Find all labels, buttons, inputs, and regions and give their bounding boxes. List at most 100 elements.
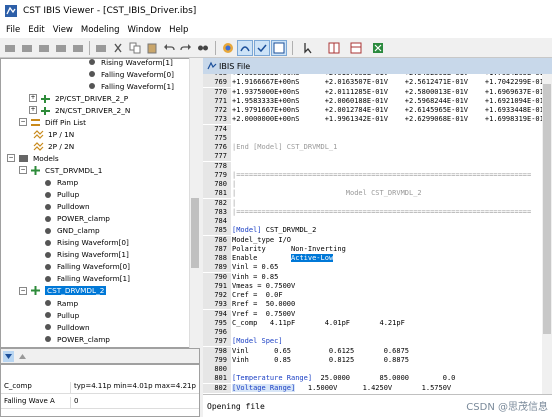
code-text: Vinl 0.65 0.6125 0.6875 xyxy=(232,346,410,355)
tree-item[interactable]: Falling Waveform[1] xyxy=(89,80,174,92)
tree-item[interactable]: Rising Waveform[1] xyxy=(45,249,129,261)
code-text: C_comp 4.11pF 4.01pF 4.21pF xyxy=(232,318,405,327)
tree-item[interactable]: GND_clamp xyxy=(45,225,100,237)
gutter xyxy=(227,300,231,310)
bullet-icon xyxy=(45,300,51,306)
tree-item[interactable]: Rising Waveform[1] xyxy=(89,59,173,68)
scroll-thumb[interactable] xyxy=(543,84,551,334)
tree-item[interactable]: − CST_DRVMDL_2 xyxy=(19,285,107,297)
tree-item[interactable]: − CST_DRVMDL_1 xyxy=(19,164,102,176)
export-icon[interactable] xyxy=(70,40,86,56)
collapse-icon[interactable]: − xyxy=(19,286,27,295)
gutter xyxy=(227,226,231,236)
undo-icon[interactable] xyxy=(161,40,177,56)
bullet-icon xyxy=(45,203,51,210)
tree-item[interactable]: Ramp xyxy=(45,177,78,189)
code-text: Vinh = 0.85 xyxy=(232,272,279,281)
find-icon[interactable] xyxy=(195,40,211,56)
tree-item[interactable]: POWER_clamp xyxy=(45,213,110,225)
menu-view[interactable]: View xyxy=(53,25,73,35)
expand-icon[interactable]: + xyxy=(29,94,37,103)
code-text: +1.9583333E+00nS +2.0060188E-01V +2.5968… xyxy=(232,96,542,105)
new-icon[interactable] xyxy=(2,40,18,56)
tree-item[interactable]: Pulldown xyxy=(45,321,90,333)
property-value: typ=4.11p min=4.01p max=4.21p xyxy=(74,382,196,390)
line-number: 791 xyxy=(203,281,227,291)
tree-item[interactable]: − Diff Pin List xyxy=(19,116,86,128)
code-text: +2.0000000E+00nS +1.9961342E-01V +2.6299… xyxy=(232,115,542,124)
property-row[interactable]: C_comp typ=4.11p min=4.01p max=4.21p xyxy=(1,382,199,394)
pointer-icon[interactable] xyxy=(300,40,316,56)
tree-item[interactable]: 1P / 1N xyxy=(33,128,74,140)
line-number: 787 xyxy=(203,244,227,254)
open-icon[interactable] xyxy=(19,40,35,56)
tree-item-label: Pulldown xyxy=(57,322,90,332)
tree-item[interactable]: Pullup xyxy=(45,309,79,321)
model-tree[interactable]: Rising Waveform[1] Falling Waveform[0] Fal… xyxy=(0,58,200,348)
plot-icon[interactable] xyxy=(271,40,287,56)
tree-item[interactable]: Falling Waveform[0] xyxy=(45,261,130,273)
tile-icon[interactable] xyxy=(326,40,342,56)
collapse-icon[interactable]: − xyxy=(19,166,27,175)
diff-pair-icon xyxy=(33,141,44,151)
code-line: 795 C_comp 4.11pF 4.01pF 4.21pF xyxy=(203,318,542,328)
property-row[interactable]: Falling Wave A 0 xyxy=(1,397,199,409)
tree-item[interactable]: 2P / 2N xyxy=(33,140,74,152)
code-text: +1.9375000E+00nS +2.0111285E-01V +2.5800… xyxy=(232,87,542,96)
redo-icon[interactable] xyxy=(178,40,194,56)
ibis-file-editor[interactable]: 768+1.8958333E+00nS +2.0197663E-01V +2.5… xyxy=(203,74,542,394)
tree-scrollbar[interactable] xyxy=(189,58,200,348)
tree-item[interactable]: Ramp xyxy=(45,297,78,309)
tree-toolbar xyxy=(0,348,200,364)
menu-help[interactable]: Help xyxy=(169,25,188,35)
gutter xyxy=(227,198,231,208)
tree-item[interactable]: Rising Waveform[0] xyxy=(45,237,129,249)
tree-item-label: Pulldown xyxy=(57,202,90,212)
code-line: 781 | Model CST_DRVMDL_2 xyxy=(203,189,542,199)
toolbar xyxy=(0,38,552,58)
parse-icon[interactable] xyxy=(237,40,253,56)
collapse-down-icon[interactable] xyxy=(3,351,14,362)
gutter xyxy=(227,207,231,217)
expand-icon[interactable]: + xyxy=(29,106,37,115)
collapse-icon[interactable]: − xyxy=(19,118,27,127)
menu-window[interactable]: Window xyxy=(128,25,162,35)
cut-icon[interactable] xyxy=(110,40,126,56)
save-icon[interactable] xyxy=(36,40,52,56)
tree-item[interactable]: Pullup xyxy=(45,189,79,201)
copy-icon[interactable] xyxy=(127,40,143,56)
menu-bar: File Edit View Modeling Window Help xyxy=(0,22,552,38)
tree-item[interactable]: Pulldown xyxy=(45,201,90,213)
code-line: 770 +1.9375000E+00nS +2.0111285E-01V +2.5… xyxy=(203,87,542,97)
code-text: |End [Model] CST_DRVMDL_1 xyxy=(232,143,338,151)
line-number: 775 xyxy=(203,133,227,143)
paste-icon[interactable] xyxy=(144,40,160,56)
collapse-icon[interactable]: − xyxy=(7,154,15,163)
scroll-thumb[interactable] xyxy=(191,198,199,268)
save-all-icon[interactable] xyxy=(53,40,69,56)
bullet-icon xyxy=(45,263,51,270)
code-line: 793 Rref = 50.0000 xyxy=(203,300,542,310)
line-number: 784 xyxy=(203,217,227,227)
print-icon[interactable] xyxy=(93,40,109,56)
editor-scrollbar[interactable] xyxy=(542,74,552,394)
menu-edit[interactable]: Edit xyxy=(28,25,44,35)
bullet-icon xyxy=(89,71,95,78)
excel-icon[interactable] xyxy=(370,40,386,56)
tree-item[interactable]: − Models xyxy=(7,152,59,164)
menu-file[interactable]: File xyxy=(6,25,20,35)
tree-item-label: Pullup xyxy=(57,310,80,320)
tree-item[interactable]: POWER_clamp xyxy=(45,333,110,345)
code-line: 779 |====================================… xyxy=(203,170,542,180)
tree-item[interactable]: +2P/CST_DRIVER_2_P xyxy=(29,92,128,104)
gutter xyxy=(227,161,231,171)
tree-item[interactable]: Falling Waveform[1] xyxy=(45,273,130,285)
cascade-icon[interactable] xyxy=(348,40,364,56)
tree-item[interactable]: +2N/CST_DRIVER_2_N xyxy=(29,104,130,116)
expand-up-icon[interactable] xyxy=(17,351,28,362)
code-line: 774 xyxy=(203,124,542,134)
check-icon[interactable] xyxy=(254,40,270,56)
menu-modeling[interactable]: Modeling xyxy=(81,25,120,35)
color-wheel-icon[interactable] xyxy=(220,40,236,56)
tree-item[interactable]: Falling Waveform[0] xyxy=(89,68,174,80)
